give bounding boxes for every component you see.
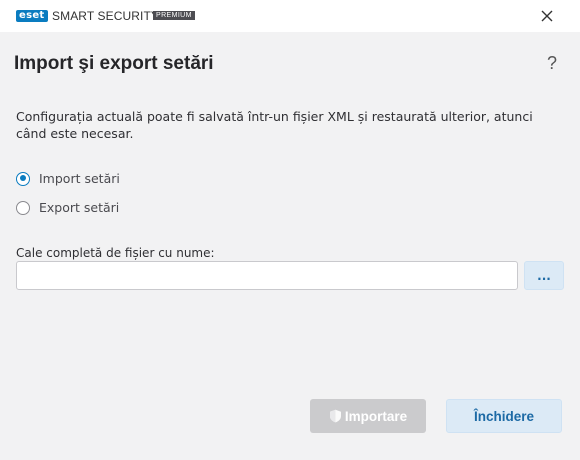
file-path-input[interactable] bbox=[16, 261, 518, 290]
title-bar: eset SMART SECURITY PREMIUM bbox=[0, 0, 580, 32]
edition-badge: PREMIUM bbox=[153, 11, 195, 20]
dialog-title: Import şi export setări bbox=[14, 53, 214, 74]
shield-icon bbox=[329, 409, 342, 423]
description-text: Configurația actuală poate fi salvată în… bbox=[16, 109, 533, 141]
product-name: SMART SECURITY bbox=[52, 9, 159, 23]
file-path-label: Cale completă de fișier cu nume: bbox=[16, 246, 215, 260]
radio-import[interactable] bbox=[16, 171, 30, 186]
import-button[interactable]: Importare bbox=[310, 399, 426, 433]
close-button[interactable]: Închidere bbox=[446, 399, 562, 433]
help-button[interactable]: ? bbox=[541, 52, 563, 74]
export-settings-option[interactable]: Export setări bbox=[16, 200, 119, 215]
export-settings-label: Export setări bbox=[39, 200, 120, 215]
import-settings-option[interactable]: Import setări bbox=[16, 171, 120, 186]
close-icon bbox=[541, 10, 553, 22]
radio-export[interactable] bbox=[16, 200, 30, 215]
eset-logo: eset bbox=[16, 10, 48, 22]
import-button-label: Importare bbox=[344, 408, 408, 424]
close-button-label: Închidere bbox=[473, 408, 535, 424]
close-window-button[interactable] bbox=[530, 4, 564, 28]
import-settings-label: Import setări bbox=[39, 171, 120, 186]
browse-button[interactable]: ... bbox=[524, 261, 564, 290]
